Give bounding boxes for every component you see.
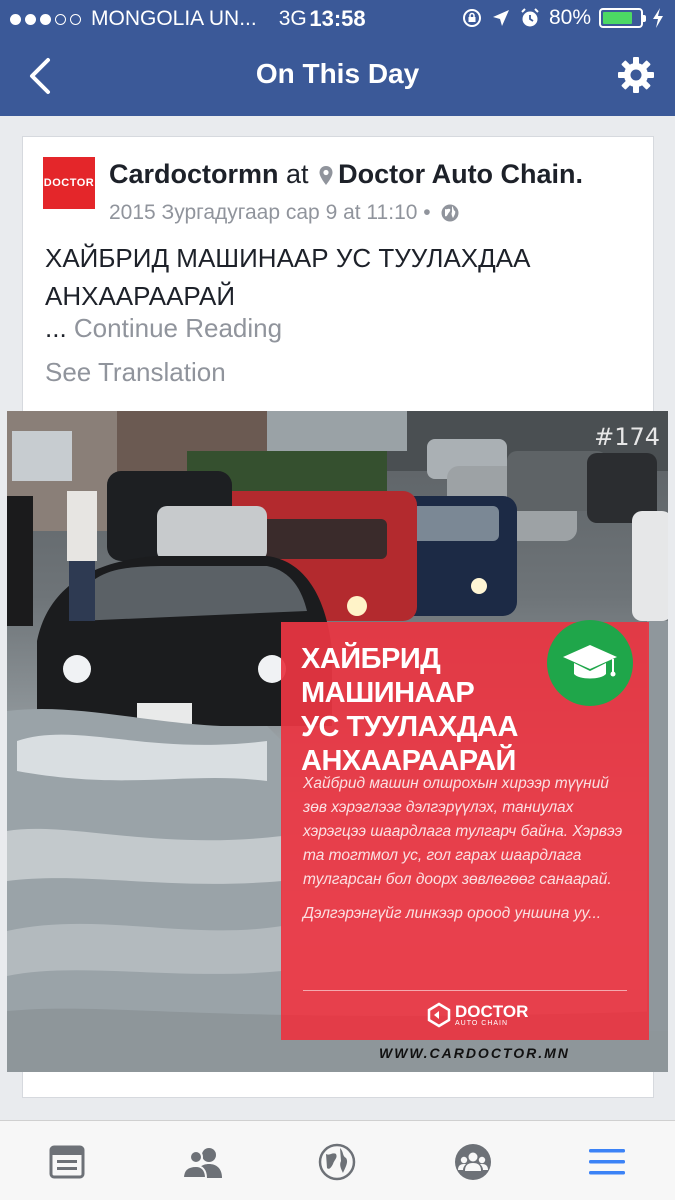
location-arrow-icon [492, 10, 509, 26]
battery-icon [599, 8, 646, 28]
logo-text: DOCTOR [455, 1001, 529, 1021]
status-bar: MONGOLIA UN... 3G 13:58 80% [0, 0, 675, 38]
charging-bolt-icon [653, 8, 663, 28]
graduation-cap-icon [563, 645, 617, 679]
panel-link-text: Дэлгэрэнгүйг линкээр ороод уншина уу... [303, 905, 602, 922]
panel-body-text: Хайбрид машин олшрохын хирээр түүний зөв… [303, 775, 623, 888]
post-number-label: #174 [594, 423, 660, 451]
page-title: On This Day [255, 58, 420, 89]
continue-reading-link[interactable]: Continue Reading [74, 313, 282, 343]
post-header: Cardoctormn at Doctor Auto Chain. [109, 159, 583, 190]
panel-title-line2: УС ТУУЛАХДАА [301, 711, 518, 743]
rotation-lock-icon [462, 9, 481, 27]
timestamp-text[interactable]: 2015 Зургадугаар сар 9 at 11:10 [109, 201, 417, 224]
panel-divider [303, 990, 627, 991]
at-label: at [286, 159, 309, 189]
settings-button[interactable] [617, 56, 655, 96]
website-url: WWW.CARDOCTOR.MN [379, 1045, 570, 1061]
avatar-logo-text: DOCTOR [43, 177, 95, 189]
continue-reading: ... Continue Reading [45, 313, 282, 344]
graduation-cap-badge [547, 620, 633, 706]
news-feed-icon [49, 1145, 85, 1179]
place-name[interactable]: Doctor Auto Chain. [338, 159, 583, 189]
separator-dot: • [423, 201, 431, 224]
tab-groups[interactable] [450, 1139, 496, 1185]
doctor-logo: DOCTOR AUTO CHAIN [425, 1002, 528, 1028]
author-name[interactable]: Cardoctormn [109, 159, 279, 189]
panel-title-line1: ХАЙБРИД МАШИНААР [301, 643, 475, 709]
battery-percent: 80% [548, 6, 591, 29]
doctor-logo-icon [427, 1002, 451, 1028]
panel-title: ХАЙБРИД МАШИНААР УС ТУУЛАХДАА АНХААРААРА… [301, 642, 561, 778]
ellipsis: ... [45, 313, 67, 343]
friends-icon [182, 1148, 222, 1178]
groups-icon [455, 1144, 491, 1180]
public-globe-icon [441, 204, 459, 222]
alarm-icon [521, 8, 539, 27]
tab-menu[interactable] [584, 1139, 630, 1185]
location-pin-icon [319, 165, 333, 185]
avatar[interactable]: DOCTOR [43, 157, 95, 209]
tab-friends[interactable] [180, 1139, 226, 1185]
tab-notifications[interactable] [314, 1139, 360, 1185]
status-right: 80% [461, 6, 665, 30]
post-message-line1: ХАЙБРИД МАШИНААР УС ТУУЛАХДАА [45, 243, 531, 273]
battery-fill [603, 12, 632, 24]
gear-icon [618, 57, 654, 93]
post-message: ХАЙБРИД МАШИНААР УС ТУУЛАХДАА АНХААРААРА… [45, 239, 635, 315]
info-panel: ХАЙБРИД МАШИНААР УС ТУУЛАХДАА АНХААРААРА… [281, 620, 649, 1040]
menu-icon [589, 1149, 625, 1175]
see-translation-link[interactable]: See Translation [45, 357, 226, 388]
globe-icon [318, 1143, 356, 1181]
top-header: MONGOLIA UN... 3G 13:58 80% On This Day [0, 0, 675, 116]
tab-news-feed[interactable] [44, 1139, 90, 1185]
post-timestamp: 2015 Зургадугаар сар 9 at 11:10 • [109, 201, 460, 225]
post-message-line2: АНХААРААРАЙ [45, 281, 236, 311]
bottom-tab-bar [0, 1120, 675, 1200]
post-image[interactable]: #174 ХАЙБРИД МАШИНААР УС ТУУЛАХДАА АНХАА… [7, 411, 668, 1072]
logo-subtext: AUTO CHAIN [455, 1019, 509, 1027]
